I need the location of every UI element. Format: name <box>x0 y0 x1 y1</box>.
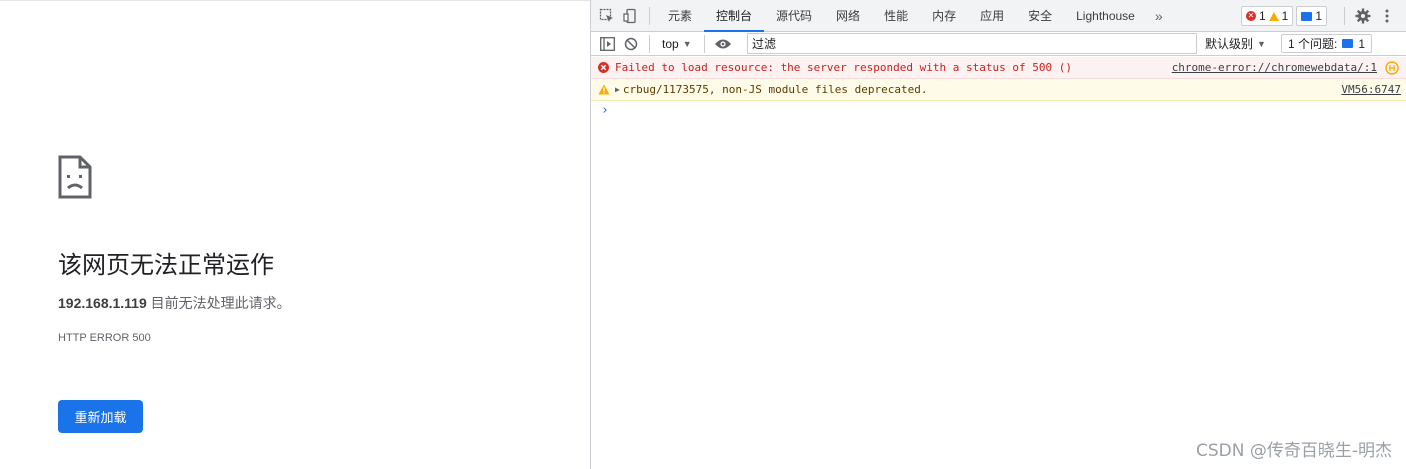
settings-gear-icon[interactable] <box>1351 4 1375 28</box>
reload-button[interactable]: 重新加载 <box>58 400 143 433</box>
toolbar-divider <box>649 6 650 25</box>
context-selector[interactable]: top ▼ <box>656 37 698 51</box>
issues-count: 1 <box>1358 36 1366 51</box>
log-level-selector[interactable]: 默认级别 ▼ <box>1205 35 1266 52</box>
message-icon <box>1342 39 1354 48</box>
error-code: HTTP ERROR 500 <box>58 332 151 344</box>
expand-triangle-icon[interactable]: ▶ <box>615 85 620 94</box>
tab-performance[interactable]: 性能 <box>872 0 920 32</box>
message-count-badge[interactable]: 1 <box>1296 6 1327 26</box>
tab-console[interactable]: 控制台 <box>704 0 765 32</box>
warning-count: 1 <box>1281 9 1289 23</box>
issues-label: 1 个问题: <box>1288 37 1338 51</box>
message-icon <box>1301 11 1313 21</box>
warning-triangle-icon <box>1268 11 1279 21</box>
error-description: 192.168.1.119 目前无法处理此请求。 <box>58 293 291 313</box>
error-circle-icon: ✕ <box>1245 11 1256 21</box>
prompt-chevron-icon: › <box>601 102 609 118</box>
sad-document-icon <box>58 155 92 199</box>
console-prompt[interactable]: › <box>591 101 1406 119</box>
live-expression-eye-icon[interactable] <box>711 32 735 56</box>
console-toolbar: top ▼ 默认级别 ▼ 1 个问题: 1 <box>591 32 1406 56</box>
message-count: 1 <box>1315 9 1322 23</box>
tab-network[interactable]: 网络 <box>824 0 872 32</box>
devtools-panel: 元素 控制台 源代码 网络 性能 内存 应用 安全 Lighthouse » ✕… <box>590 0 1406 469</box>
dropdown-arrow-icon: ▼ <box>1257 38 1266 49</box>
log-level-value: 默认级别 <box>1205 37 1254 51</box>
tab-elements[interactable]: 元素 <box>656 0 704 32</box>
toolbar-divider <box>703 34 705 53</box>
more-tabs-chevron-icon[interactable]: » <box>1147 8 1171 24</box>
network-request-icon[interactable] <box>1385 61 1399 78</box>
console-message: Failed to load resource: the server resp… <box>615 61 1072 74</box>
issue-counters: ✕ 1 1 1 <box>1240 6 1327 26</box>
error-count-badge[interactable]: ✕ 1 1 <box>1240 6 1294 26</box>
error-host: 192.168.1.119 <box>58 295 147 311</box>
source-link[interactable]: chrome-error://chromewebdata/:1 <box>1172 61 1377 74</box>
tab-memory[interactable]: 内存 <box>920 0 968 32</box>
filter-input[interactable] <box>747 33 1197 54</box>
device-toolbar-icon[interactable] <box>619 4 643 28</box>
tab-lighthouse[interactable]: Lighthouse <box>1064 0 1147 32</box>
toolbar-divider <box>1344 7 1345 25</box>
clear-console-icon[interactable] <box>619 32 643 56</box>
more-options-icon[interactable] <box>1375 4 1399 28</box>
inspect-element-icon[interactable] <box>595 4 619 28</box>
error-circle-icon <box>598 62 609 76</box>
dropdown-arrow-icon: ▼ <box>682 38 692 49</box>
error-page: 该网页无法正常运作 192.168.1.119 目前无法处理此请求。 HTTP … <box>0 0 590 469</box>
warning-triangle-icon <box>598 84 610 98</box>
tab-application[interactable]: 应用 <box>968 0 1016 32</box>
issues-button[interactable]: 1 个问题: 1 <box>1281 34 1373 53</box>
source-link[interactable]: VM56:6747 <box>1341 83 1401 96</box>
console-output: Failed to load resource: the server resp… <box>591 57 1406 469</box>
console-row-error: Failed to load resource: the server resp… <box>591 57 1406 79</box>
console-message: crbug/1173575, non-JS module files depre… <box>622 83 928 96</box>
error-description-text: 目前无法处理此请求。 <box>146 295 291 311</box>
error-title: 该网页无法正常运作 <box>58 252 274 279</box>
console-row-warning: ▶ crbug/1173575, non-JS module files dep… <box>591 79 1406 101</box>
error-count: 1 <box>1258 9 1266 23</box>
tab-security[interactable]: 安全 <box>1016 0 1064 32</box>
sidebar-toggle-icon[interactable] <box>595 32 619 56</box>
devtools-right-tools <box>1338 4 1399 28</box>
devtools-tabbar: 元素 控制台 源代码 网络 性能 内存 应用 安全 Lighthouse » ✕… <box>591 0 1406 32</box>
context-value: top <box>662 36 679 51</box>
tab-sources[interactable]: 源代码 <box>764 0 824 32</box>
toolbar-divider <box>649 34 650 53</box>
watermark: CSDN @传奇百晓生-明杰 <box>1195 441 1392 461</box>
